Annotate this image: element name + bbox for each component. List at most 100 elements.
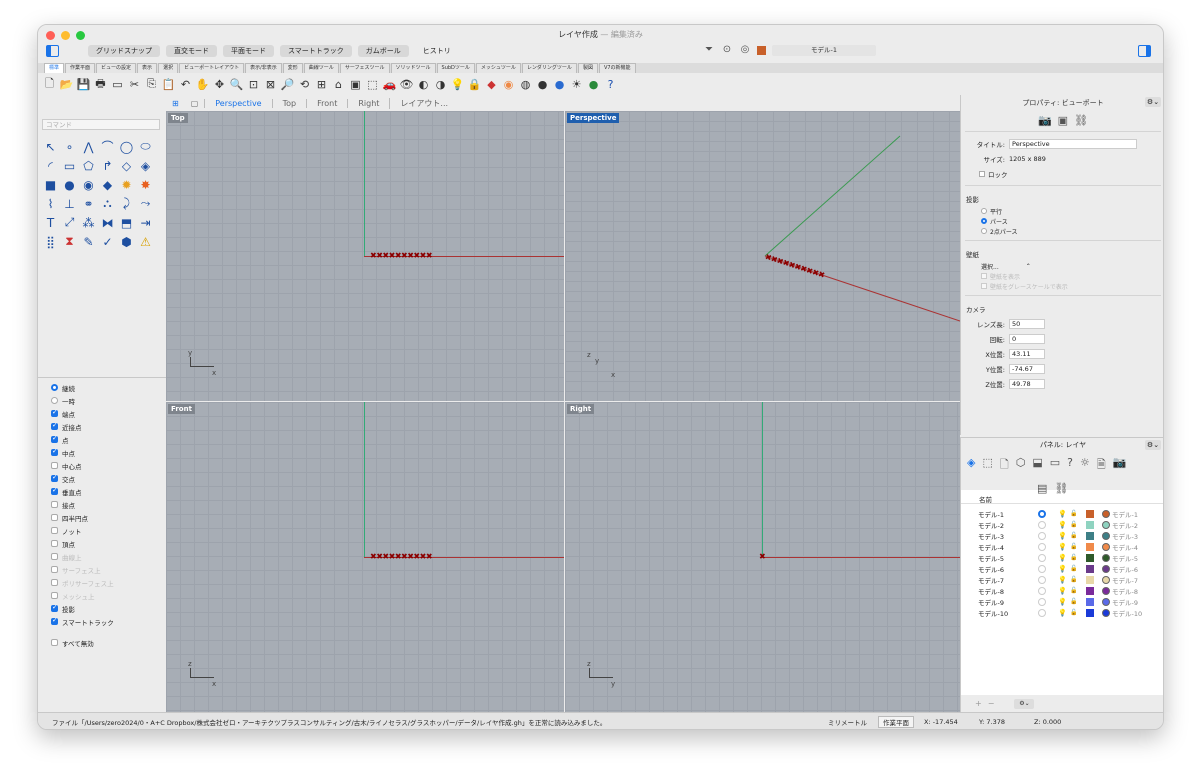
ortho-button[interactable]: 直交モード	[166, 45, 217, 57]
copy-icon[interactable]: ⎘	[144, 77, 159, 92]
layer-color-swatch[interactable]	[1086, 509, 1094, 518]
bulb-icon[interactable]: 💡	[1058, 554, 1070, 562]
layer-color-swatch[interactable]	[1086, 586, 1094, 595]
viewport-icon[interactable]: ▣	[1058, 114, 1068, 127]
loft-icon[interactable]: ◈	[136, 156, 155, 175]
osnap-checkbox[interactable]: 頂点	[38, 537, 166, 550]
remove-layer-icon[interactable]: −	[988, 699, 995, 708]
layer-row[interactable]: モデル-5 💡 🔓 モデル-5	[961, 552, 1163, 563]
add-layer-icon[interactable]: +	[975, 699, 982, 708]
osnap-checkbox[interactable]: 接点	[38, 498, 166, 511]
move-icon[interactable]: ⤢	[60, 213, 79, 232]
gear-icon[interactable]: ⚙⌄	[1145, 97, 1161, 107]
layer-color-swatch[interactable]	[1086, 553, 1094, 562]
paste-icon[interactable]: 📋	[161, 77, 176, 92]
toolbar-tab[interactable]: ビューポートレイアウト	[179, 63, 245, 73]
history-button[interactable]: ヒストリ	[415, 45, 459, 57]
hide-icon[interactable]: ◐	[416, 77, 431, 92]
layer-row[interactable]: モデル-2 💡 🔓 モデル-2	[961, 519, 1163, 530]
link-panel-icon[interactable]: ⛓	[1054, 482, 1068, 495]
export-icon[interactable]: ▭	[110, 77, 125, 92]
osnap-checkbox[interactable]: 近接点	[38, 420, 166, 433]
toolbar-tab[interactable]: 製図	[577, 63, 598, 73]
zpos-field[interactable]: 49.78	[1009, 378, 1045, 389]
warning-icon[interactable]: ⚠	[136, 232, 155, 251]
polygon-icon[interactable]: ⬠	[79, 156, 98, 175]
lock-icon[interactable]: 🔓	[1070, 532, 1086, 539]
current-layer-radio[interactable]	[1038, 542, 1046, 551]
toolbar-tab[interactable]: SubDツール	[436, 63, 475, 73]
osnap-checkbox[interactable]: 四半円点	[38, 511, 166, 524]
osnap-radio[interactable]: 一時	[38, 394, 166, 407]
viewport-front[interactable]: Front ✖✖✖✖✖✖✖✖✖✖ z x	[166, 402, 564, 712]
osnap-checkbox[interactable]: 交点	[38, 472, 166, 485]
bulb-icon[interactable]: ☀	[569, 77, 584, 92]
surface-icon[interactable]: ◇	[117, 156, 136, 175]
block-icon[interactable]: ⬢	[117, 232, 136, 251]
box-icon[interactable]: ■	[41, 175, 60, 194]
xpos-field[interactable]: 43.11	[1009, 348, 1045, 359]
toolbar-tab[interactable]: V7の新機能	[598, 63, 636, 73]
viewport-perspective[interactable]: Perspective ✖✖✖✖✖✖✖✖✖✖ z y x	[565, 111, 960, 401]
lock-icon[interactable]: 🔓	[1070, 609, 1086, 616]
bulb-icon[interactable]: 💡	[1058, 609, 1070, 617]
color-wheel-icon[interactable]: ◉	[501, 77, 516, 92]
lights-icon[interactable]: ⬓	[1032, 456, 1042, 475]
single-layout-icon[interactable]: ▢	[185, 99, 205, 108]
toolbar-tab[interactable]: メッシュツール	[475, 63, 521, 73]
current-layer-dropdown[interactable]: モデル-1	[772, 44, 876, 56]
help-panel-icon[interactable]: ?	[1067, 456, 1073, 475]
gumball-button[interactable]: ガムボール	[357, 45, 409, 57]
tab-front[interactable]: Front	[306, 98, 347, 108]
object-icon[interactable]: ⬡	[1016, 456, 1026, 475]
osnap-checkbox[interactable]: ノット	[38, 524, 166, 537]
toolbar-tab[interactable]: ビューの設定	[96, 63, 137, 73]
split-icon[interactable]: ⊥	[60, 194, 79, 213]
left-sidebar-toggle-icon[interactable]	[46, 45, 59, 57]
lock-checkbox[interactable]	[979, 170, 985, 177]
proj-perspective[interactable]: パース	[961, 216, 1163, 226]
current-layer-radio[interactable]	[1038, 509, 1046, 518]
lock-icon[interactable]: 🔒	[467, 77, 482, 92]
viewport-label[interactable]: Right	[567, 404, 595, 414]
open-icon[interactable]: 📂	[59, 77, 74, 92]
viewport-right[interactable]: Right ✖ z y	[565, 402, 960, 712]
mirror-icon[interactable]: ⧓	[98, 213, 117, 232]
pan-icon[interactable]: ✋	[195, 77, 210, 92]
tab-top[interactable]: Top	[271, 98, 307, 108]
osnap-checkbox[interactable]: 中心点	[38, 459, 166, 472]
bulb-icon[interactable]: 💡	[1058, 521, 1070, 529]
lock-icon[interactable]: 🔓	[1070, 587, 1086, 594]
planar-button[interactable]: 平面モード	[223, 45, 274, 57]
material-swatch[interactable]	[1102, 531, 1110, 540]
bulb-icon[interactable]: 💡	[1058, 543, 1070, 551]
gear-tool-icon[interactable]: ✹	[117, 175, 136, 194]
material-swatch[interactable]	[1102, 586, 1110, 595]
rectangle-icon[interactable]: ▭	[60, 156, 79, 175]
toolbar-tab[interactable]: ソリッドツール	[390, 63, 436, 73]
text-icon[interactable]: T	[41, 213, 60, 232]
layer-color-swatch[interactable]	[1086, 542, 1094, 551]
save-icon[interactable]: 💾	[76, 77, 91, 92]
boolean-icon[interactable]: ◉	[79, 175, 98, 194]
bulb-icon[interactable]: 💡	[1058, 587, 1070, 595]
blend-icon[interactable]: ⤳	[136, 194, 155, 213]
current-layer-radio[interactable]	[1038, 575, 1046, 584]
osnap-icon[interactable]: ⊙	[721, 44, 733, 56]
bulb-icon[interactable]: 💡	[1058, 565, 1070, 573]
zoom-selected-icon[interactable]: 🔎	[280, 77, 295, 92]
command-input[interactable]: コマンド	[42, 119, 160, 130]
sun-icon[interactable]: ☼	[1080, 456, 1090, 475]
print-icon[interactable]: 🖶	[93, 77, 108, 92]
right-sidebar-toggle-icon[interactable]	[1138, 45, 1151, 57]
render-sphere-icon[interactable]: ●	[535, 77, 550, 92]
title-field[interactable]: Perspective	[1009, 138, 1137, 149]
layer-icon[interactable]: ◆	[484, 77, 499, 92]
circle-icon[interactable]: ◯	[117, 137, 136, 156]
show-icon[interactable]: ◑	[433, 77, 448, 92]
zoom-window-icon[interactable]: ⊡	[246, 77, 261, 92]
filter-icon[interactable]: ⏷	[703, 44, 715, 56]
edit-pts-icon[interactable]: ✎	[79, 232, 98, 251]
tab-perspective[interactable]: Perspective	[204, 98, 271, 108]
layer-color-swatch[interactable]	[1086, 520, 1094, 529]
